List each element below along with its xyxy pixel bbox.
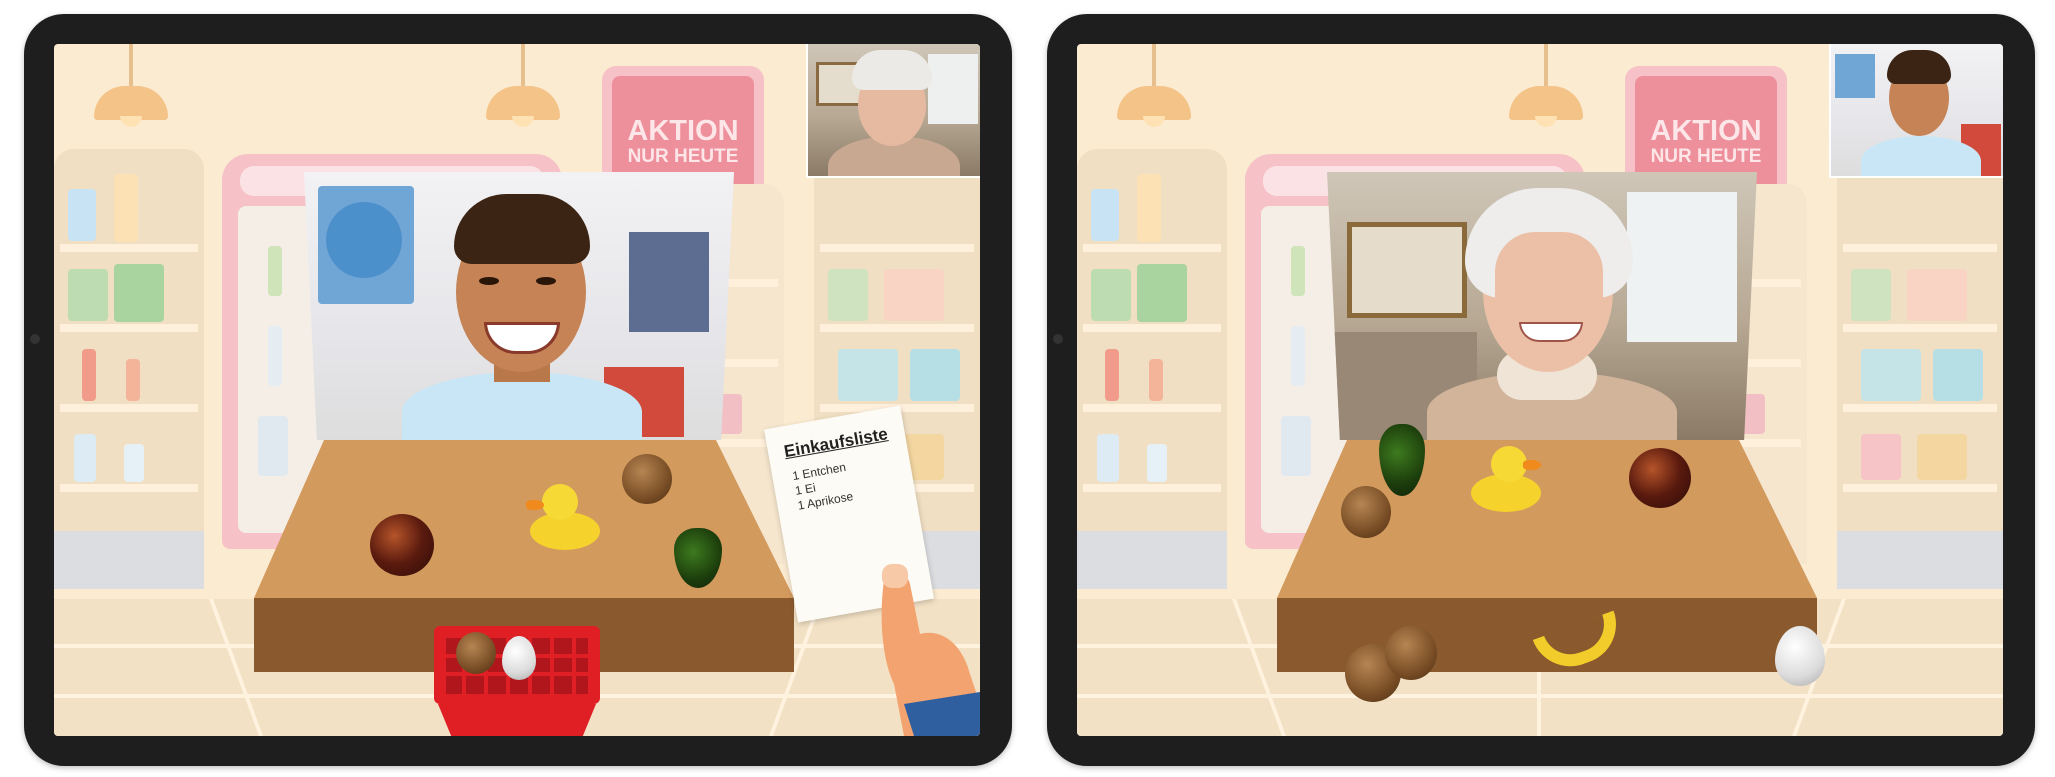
rubber-duck-item[interactable] (1469, 446, 1545, 512)
apple-item[interactable] (1629, 448, 1691, 508)
kiwi-item[interactable] (622, 454, 672, 504)
egg-on-floor[interactable] (1775, 626, 1825, 686)
store-screen-right: COOL & FRESH AKTION NUR HEUTE (1077, 44, 2003, 736)
hand-holding-list (881, 564, 980, 736)
kiwi-item[interactable] (1341, 486, 1391, 538)
tablet-right: COOL & FRESH AKTION NUR HEUTE (1047, 14, 2035, 766)
store-screen-left: COOL & FRESH AKTION NUR HEUTE (54, 44, 980, 736)
rubber-duck-item[interactable] (526, 484, 602, 550)
camera-dot (1053, 334, 1063, 344)
kiwi-on-floor[interactable] (1385, 626, 1437, 680)
apple-item[interactable] (370, 514, 434, 576)
kiwi-in-basket[interactable] (456, 632, 496, 674)
camera-dot (30, 334, 40, 344)
counter (1277, 440, 1817, 672)
tablet-left: COOL & FRESH AKTION NUR HEUTE (24, 14, 1012, 766)
egg-in-basket[interactable] (502, 636, 536, 680)
